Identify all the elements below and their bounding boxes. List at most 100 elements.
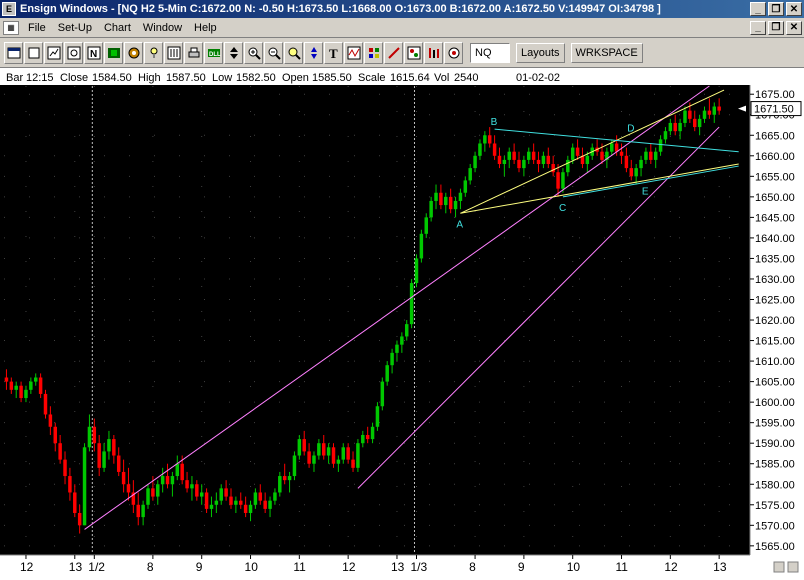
candle-body [619, 151, 624, 156]
window-icon[interactable] [4, 41, 23, 64]
candle-body [229, 496, 233, 505]
candle-body [317, 443, 321, 456]
candle-body [644, 151, 648, 160]
symbol-input[interactable]: NQ [470, 42, 510, 63]
candle-body [38, 377, 43, 394]
menu-setup[interactable]: Set-Up [52, 22, 98, 34]
candle-body [336, 459, 341, 464]
study-icon[interactable] [424, 41, 443, 64]
candle-body [151, 488, 155, 497]
light-icon[interactable] [144, 41, 163, 64]
candle-body [248, 504, 253, 513]
candle-body [180, 463, 184, 481]
candle-body [634, 168, 638, 177]
child-restore-button[interactable]: ❐ [768, 20, 784, 35]
candle-body [414, 258, 419, 284]
document-icon[interactable]: ▦ [3, 20, 19, 35]
candle-body [566, 159, 570, 173]
candle-body [649, 151, 653, 160]
magic-icon[interactable] [284, 41, 303, 64]
candle-body [624, 155, 629, 169]
pattern-label-c: C [559, 203, 566, 214]
pattern-label-b: B [491, 117, 498, 128]
close-button[interactable]: ✕ [786, 2, 802, 16]
candle-body [395, 344, 399, 353]
candle-body [322, 443, 326, 456]
open-label: Open [282, 72, 309, 84]
candle-body [253, 492, 258, 505]
scroll-right-button [787, 561, 799, 573]
time-tick-label: 12 [342, 560, 356, 574]
chart-icon[interactable] [44, 41, 63, 64]
restore-button[interactable]: ❐ [768, 2, 784, 16]
last-price-label: 1671.50 [754, 104, 794, 116]
candle-body [400, 336, 404, 345]
candle-body [424, 217, 428, 234]
candle-body [712, 106, 717, 115]
candle-body [380, 381, 385, 407]
pencil-icon[interactable] [384, 41, 403, 64]
menu-file[interactable]: File [22, 22, 52, 34]
candle-body [326, 447, 331, 456]
color-icon[interactable] [104, 41, 123, 64]
candle-body [224, 488, 228, 497]
candle-body [409, 283, 414, 325]
clock-icon[interactable] [444, 41, 463, 64]
candle-body [146, 488, 150, 505]
text-icon[interactable]: T [324, 41, 343, 64]
candle-body [43, 393, 48, 415]
blank-icon[interactable] [24, 41, 43, 64]
candle-body [258, 492, 263, 501]
scroll-icon[interactable] [304, 41, 323, 64]
scale-value: 1615.64 [390, 72, 430, 84]
candle-body [126, 484, 131, 493]
child-close-button[interactable]: ✕ [786, 20, 802, 35]
candle-body [341, 447, 346, 460]
zoom-in-icon[interactable] [244, 41, 263, 64]
candle-body [165, 476, 170, 485]
price-tick-label: 1610.00 [755, 356, 795, 368]
price-tick-label: 1645.00 [755, 212, 795, 224]
time-tick-label: 8 [469, 560, 476, 574]
candle-body [693, 118, 697, 128]
ohlc-icon[interactable] [64, 41, 83, 64]
time-tick-label: 10 [567, 560, 581, 574]
gear-icon[interactable] [124, 41, 143, 64]
candle-body [87, 426, 92, 448]
candle-body [297, 439, 302, 456]
candle-body [658, 139, 663, 152]
menu-help[interactable]: Help [188, 22, 223, 34]
minimize-button[interactable]: _ [750, 2, 766, 16]
candle-body [541, 155, 546, 165]
menu-window[interactable]: Window [137, 22, 188, 34]
tool-icon[interactable] [404, 41, 423, 64]
bars-icon[interactable] [164, 41, 183, 64]
date-value: 01-02-02 [516, 72, 560, 84]
candle-body [4, 377, 9, 382]
print-icon[interactable] [184, 41, 203, 64]
dll-icon[interactable]: DLL [204, 41, 223, 64]
candle-body [492, 143, 497, 156]
price-chart[interactable]: Bar 12:15 Close 1584.50 High 1587.50 Low… [0, 68, 804, 580]
candle-body [458, 192, 463, 201]
child-minimize-button[interactable]: _ [750, 20, 766, 35]
workspace-button[interactable]: WRKSPACE [570, 42, 643, 63]
wave-icon[interactable] [344, 41, 363, 64]
menu-chart[interactable]: Chart [98, 22, 137, 34]
chart-area[interactable]: Bar 12:15 Close 1584.50 High 1587.50 Low… [0, 68, 804, 580]
price-tick-label: 1635.00 [755, 253, 795, 265]
n-icon[interactable]: N [84, 41, 103, 64]
zoom-out-icon[interactable] [264, 41, 283, 64]
close-value: 1584.50 [92, 72, 132, 84]
candle-body [92, 426, 97, 444]
app-icon[interactable]: E [2, 2, 16, 16]
candle-body [453, 200, 458, 210]
time-tick-label: 9 [518, 560, 525, 574]
candle-body [53, 426, 57, 444]
candle-body [160, 476, 165, 485]
time-tick-label: 12 [664, 560, 678, 574]
layouts-button[interactable]: Layouts [516, 42, 565, 63]
candle-body [234, 500, 238, 505]
updown-icon[interactable] [224, 41, 243, 64]
grid-icon[interactable] [364, 41, 383, 64]
